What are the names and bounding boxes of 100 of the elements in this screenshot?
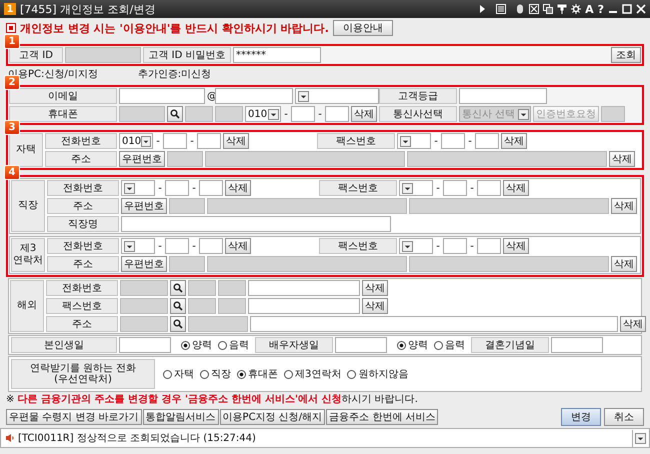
search-button[interactable] xyxy=(170,298,186,314)
radio-label[interactable]: 자택 xyxy=(174,367,194,381)
toolbar-glyph[interactable]: ? xyxy=(598,2,604,16)
play-icon[interactable] xyxy=(477,4,488,14)
text-field[interactable] xyxy=(477,238,501,254)
radio-button[interactable] xyxy=(163,370,172,378)
window-badge: 1 xyxy=(4,3,16,15)
zip-code-button[interactable]: 우편번호 xyxy=(119,151,165,167)
dash-text: - xyxy=(433,136,439,146)
action-button[interactable]: 취소 xyxy=(604,408,644,426)
date-field[interactable] xyxy=(119,337,171,353)
radio-label[interactable]: 음력 xyxy=(445,338,465,352)
delete-button[interactable]: 삭제 xyxy=(620,316,646,332)
text-field[interactable] xyxy=(248,298,360,314)
text-field[interactable] xyxy=(477,180,501,196)
field-label: 고객 ID 비밀번호 xyxy=(143,47,231,63)
link-button[interactable]: 통합알림서비스 xyxy=(142,409,219,425)
dropdown[interactable]: 010 xyxy=(119,133,153,149)
delete-button[interactable]: 삭제 xyxy=(503,180,529,196)
delete-button[interactable]: 삭제 xyxy=(609,151,635,167)
delete-button[interactable]: 삭제 xyxy=(611,198,637,214)
radio-button[interactable] xyxy=(200,370,209,378)
radio-label[interactable]: 양력 xyxy=(408,338,428,352)
text-field[interactable] xyxy=(475,133,499,149)
delete-button[interactable]: 삭제 xyxy=(611,256,637,272)
delete-button[interactable]: 삭제 xyxy=(351,106,377,122)
grade-field[interactable] xyxy=(459,88,547,104)
date-field[interactable] xyxy=(551,337,603,353)
text-field[interactable] xyxy=(443,238,467,254)
text-field[interactable] xyxy=(250,316,618,332)
radio-label[interactable]: 제3연락처 xyxy=(295,367,342,381)
dropdown[interactable] xyxy=(397,133,431,149)
radio-button[interactable] xyxy=(397,340,406,350)
pin-icon[interactable] xyxy=(557,4,568,14)
delete-button[interactable]: 삭제 xyxy=(225,180,251,196)
text-field[interactable] xyxy=(163,133,187,149)
text-field[interactable] xyxy=(165,238,189,254)
search-button[interactable] xyxy=(170,280,186,296)
link-button[interactable]: 우편물 수령지 변경 바로가기 xyxy=(6,409,142,425)
guide-button[interactable]: 이용안내 xyxy=(332,20,393,36)
radio-label[interactable]: 휴대폰 xyxy=(248,367,278,381)
radio-button[interactable] xyxy=(434,340,443,350)
action-button[interactable]: 변경 xyxy=(561,408,601,426)
field-label: 주소 xyxy=(47,256,119,272)
text-field[interactable] xyxy=(197,133,221,149)
dropdown[interactable] xyxy=(399,238,433,254)
radio-button[interactable] xyxy=(181,340,190,350)
text-field[interactable] xyxy=(325,106,349,122)
mouse-icon[interactable] xyxy=(515,4,526,14)
field-label: 팩스번호 xyxy=(317,133,395,149)
password-field[interactable]: ****** xyxy=(233,47,321,63)
radio-label[interactable]: 원하지않음 xyxy=(358,367,408,381)
text-field[interactable] xyxy=(291,106,315,122)
company-field[interactable] xyxy=(121,216,391,232)
zip-code-button[interactable]: 우편번호 xyxy=(121,198,167,214)
email-domain-field[interactable] xyxy=(215,88,293,104)
link-button[interactable]: 이용PC지정 신청/해지 xyxy=(220,409,326,425)
radio-button[interactable] xyxy=(347,370,356,378)
date-field[interactable] xyxy=(335,337,387,353)
search-button[interactable] xyxy=(170,316,186,332)
search-icon xyxy=(170,109,180,119)
maximize-icon[interactable] xyxy=(622,4,632,14)
text-field[interactable] xyxy=(199,238,223,254)
radio-label[interactable]: 양력 xyxy=(192,338,212,352)
text-field[interactable] xyxy=(441,133,465,149)
radio-button[interactable] xyxy=(237,370,246,378)
dropdown[interactable]: 010 xyxy=(245,106,281,122)
delete-button[interactable]: 삭제 xyxy=(223,133,249,149)
group-label: 해외 xyxy=(10,280,44,332)
windows-icon[interactable] xyxy=(543,4,554,14)
radio-button[interactable] xyxy=(218,340,227,350)
radio-label[interactable]: 음력 xyxy=(229,338,249,352)
caret-icon xyxy=(124,182,135,194)
dropdown[interactable] xyxy=(121,180,155,196)
search-button[interactable]: 조회 xyxy=(611,47,641,63)
text-field[interactable] xyxy=(165,180,189,196)
close-icon[interactable] xyxy=(636,4,646,14)
toolbar-glyph[interactable]: A xyxy=(585,2,594,16)
delete-button[interactable]: 삭제 xyxy=(362,298,388,314)
radio-label[interactable]: 직장 xyxy=(211,367,231,381)
dropdown[interactable] xyxy=(121,238,155,254)
delete-button[interactable]: 삭제 xyxy=(501,133,527,149)
box-icon[interactable] xyxy=(529,4,540,14)
search-button[interactable] xyxy=(167,106,183,122)
delete-button[interactable]: 삭제 xyxy=(225,238,251,254)
dropdown[interactable] xyxy=(399,180,433,196)
radio-button[interactable] xyxy=(284,370,293,378)
text-field[interactable] xyxy=(199,180,223,196)
delete-button[interactable]: 삭제 xyxy=(503,238,529,254)
field-label: 통신사선택 xyxy=(379,106,457,122)
text-field[interactable] xyxy=(443,180,467,196)
zip-code-button[interactable]: 우편번호 xyxy=(121,256,167,272)
dropdown[interactable] xyxy=(295,88,379,104)
dropdown-button[interactable] xyxy=(632,430,649,446)
email-field[interactable] xyxy=(119,88,205,104)
text-field[interactable] xyxy=(248,280,360,296)
settings-icon[interactable] xyxy=(571,4,582,14)
caret-icon xyxy=(141,136,151,146)
delete-button[interactable]: 삭제 xyxy=(362,280,388,296)
link-button[interactable]: 금융주소 한번에 서비스 xyxy=(326,409,438,425)
